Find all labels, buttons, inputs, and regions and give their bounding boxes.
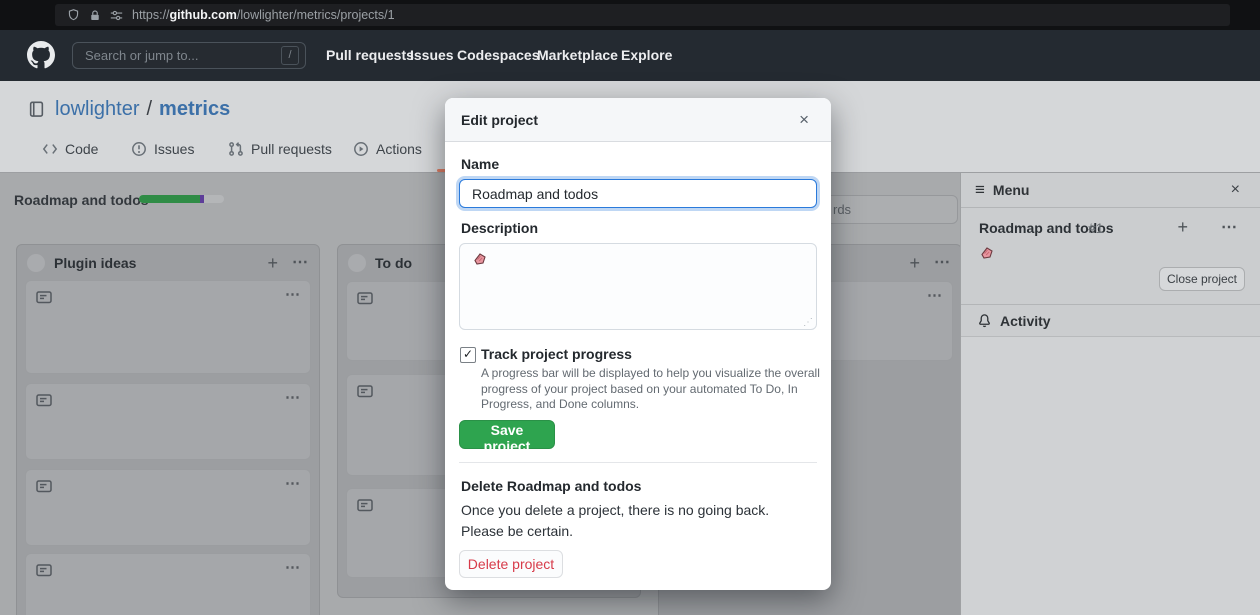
meat-emoji [472, 251, 488, 267]
note-icon [36, 562, 52, 578]
board-card[interactable]: ⋯ [25, 383, 311, 460]
board-column-plugin-ideas: Plugin ideas + ⋯ ⋯ ⋯ ⋯ ⋯ [16, 244, 320, 615]
save-project-button[interactable]: Save project [459, 420, 555, 449]
divider [459, 462, 817, 463]
play-icon [353, 141, 369, 157]
card-menu-icon[interactable]: ⋯ [285, 388, 301, 406]
close-project-button[interactable]: Close project [1159, 267, 1245, 291]
note-icon [36, 478, 52, 494]
card-menu-icon[interactable]: ⋯ [927, 286, 943, 304]
track-progress-help-text: A progress bar will be displayed to help… [481, 366, 821, 413]
github-header: / Pull requests Issues Codespaces Market… [0, 30, 1260, 81]
tab-issues[interactable]: Issues [131, 141, 194, 157]
note-icon [36, 392, 52, 408]
card-menu-icon[interactable]: ⋯ [285, 285, 301, 303]
shield-icon [67, 8, 80, 22]
description-label: Description [461, 220, 538, 236]
hamburger-icon: ≡ [975, 180, 985, 200]
card-count-badge [27, 254, 45, 272]
global-search: / [72, 42, 306, 69]
column-header: Plugin ideas + ⋯ [17, 245, 319, 281]
sidebar-add-icon[interactable]: + [1177, 218, 1188, 236]
sidebar-project-number: #1 [1088, 220, 1104, 236]
slash-shortcut-badge: / [281, 46, 299, 65]
activity-content-area [961, 337, 1260, 615]
repo-owner-link[interactable]: lowlighter [55, 98, 139, 121]
name-label: Name [461, 156, 499, 172]
nav-explore[interactable]: Explore [621, 47, 672, 63]
board-card[interactable]: ⋯ [25, 553, 311, 615]
track-progress-checkbox[interactable]: ✓ [460, 347, 476, 363]
note-icon [36, 289, 52, 305]
permissions-icon [110, 9, 123, 22]
note-icon [357, 497, 373, 513]
card-count-badge [348, 254, 366, 272]
project-name-input[interactable] [459, 179, 817, 208]
add-card-icon[interactable]: + [267, 254, 278, 272]
nav-issues[interactable]: Issues [410, 47, 454, 63]
address-bar[interactable]: https://github.com/lowlighter/metrics/pr… [55, 4, 1230, 26]
column-title: To do [375, 255, 412, 271]
nav-marketplace[interactable]: Marketplace [537, 47, 618, 63]
lock-icon [89, 9, 101, 22]
progress-done-segment [139, 195, 200, 203]
activity-label: Activity [1000, 313, 1051, 329]
add-cards-button-fragment[interactable]: rds [820, 195, 958, 224]
search-input[interactable] [83, 47, 281, 64]
breadcrumb: lowlighter / metrics [28, 98, 230, 121]
tab-code[interactable]: Code [42, 141, 98, 157]
nav-pull-requests[interactable]: Pull requests [326, 47, 414, 63]
breadcrumb-separator: / [146, 98, 152, 121]
delete-warning-text: Once you delete a project, there is no g… [461, 500, 793, 542]
pull-request-icon [228, 141, 244, 157]
menu-close-icon[interactable]: × [1225, 180, 1246, 200]
add-card-icon[interactable]: + [909, 254, 920, 272]
repo-icon [28, 101, 45, 118]
note-icon [357, 290, 373, 306]
browser-toolbar: https://github.com/lowlighter/metrics/pr… [0, 0, 1260, 30]
column-menu-icon[interactable]: ⋯ [292, 255, 309, 271]
meat-emoji [979, 245, 995, 261]
card-menu-icon[interactable]: ⋯ [285, 474, 301, 492]
url-text: https://github.com/lowlighter/metrics/pr… [132, 8, 395, 22]
column-menu-icon[interactable]: ⋯ [934, 255, 951, 271]
track-progress-label: Track project progress [481, 346, 632, 362]
repo-name-link[interactable]: metrics [159, 98, 230, 121]
dialog-close-icon[interactable]: × [793, 110, 815, 129]
dialog-header: Edit project × [445, 98, 831, 142]
board-card[interactable]: ⋯ [25, 469, 311, 546]
menu-header: ≡ Menu × [961, 173, 1260, 208]
card-menu-icon[interactable]: ⋯ [285, 558, 301, 576]
tab-pull-requests[interactable]: Pull requests [228, 141, 332, 157]
github-logo[interactable] [27, 41, 55, 69]
delete-section-heading: Delete Roadmap and todos [461, 478, 641, 494]
resize-grip-icon[interactable]: ⋰ [803, 317, 813, 328]
page: https://github.com/lowlighter/metrics/pr… [0, 0, 1260, 615]
project-menu-panel: ≡ Menu × Roadmap and todos #1 + ⋯ Close … [960, 173, 1260, 615]
activity-header: Activity [961, 304, 1260, 337]
issue-icon [131, 141, 147, 157]
dialog-title: Edit project [461, 112, 538, 128]
project-description-textarea[interactable]: ⋰ [459, 243, 817, 330]
tab-actions[interactable]: Actions [353, 141, 422, 157]
delete-project-button[interactable]: Delete project [459, 550, 563, 578]
board-card[interactable]: ⋯ [25, 280, 311, 374]
project-title: Roadmap and todos [14, 192, 149, 208]
progress-inprogress-segment [200, 195, 204, 203]
project-progress-bar [139, 195, 224, 203]
column-title: Plugin ideas [54, 255, 136, 271]
code-icon [42, 141, 58, 157]
bell-icon [977, 313, 992, 328]
sidebar-menu-icon[interactable]: ⋯ [1221, 220, 1238, 236]
menu-label: Menu [993, 182, 1030, 198]
edit-project-dialog: Edit project × Name Description ⋰ ✓ Trac… [445, 98, 831, 590]
nav-codespaces[interactable]: Codespaces [457, 47, 539, 63]
note-icon [357, 383, 373, 399]
